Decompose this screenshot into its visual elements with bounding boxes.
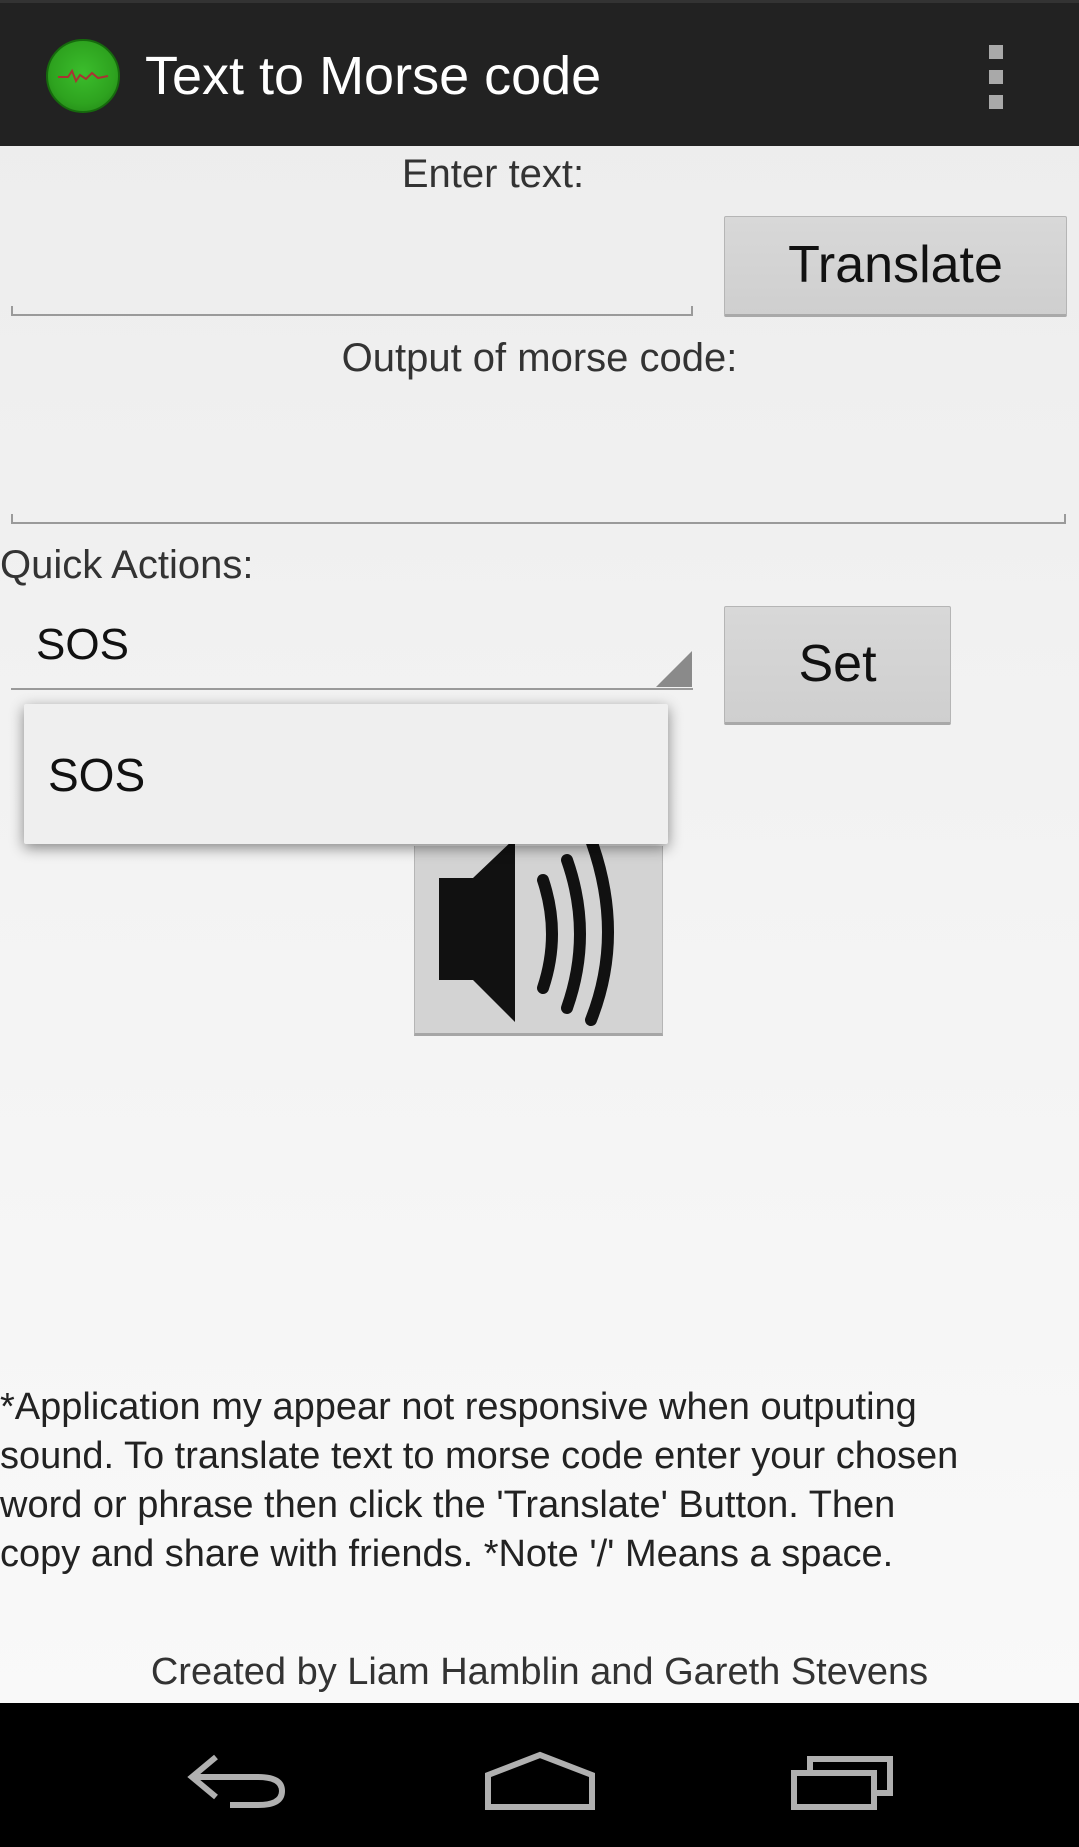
dropdown-option-sos[interactable]: SOS — [48, 748, 145, 802]
spinner-underline — [11, 688, 693, 690]
home-icon[interactable] — [484, 1751, 596, 1811]
morse-output-field[interactable] — [11, 400, 1066, 524]
credits-text: Created by Liam Hamblin and Gareth Steve… — [150, 1651, 929, 1693]
app-title: Text to Morse code — [145, 46, 602, 106]
speaker-icon — [439, 844, 614, 1026]
enter-text-label: Enter text: — [401, 152, 585, 196]
system-nav-bar — [0, 1703, 1079, 1847]
text-input[interactable] — [11, 220, 693, 316]
quick-actions-dropdown: SOS — [24, 704, 668, 844]
action-bar: Text to Morse code — [0, 0, 1079, 146]
app-logo-icon[interactable] — [46, 39, 120, 113]
output-label: Output of morse code: — [341, 336, 738, 380]
set-button[interactable]: Set — [724, 606, 951, 725]
info-text: *Application my appear not responsive wh… — [0, 1386, 959, 1575]
spinner-arrow-icon — [656, 651, 692, 687]
play-sound-button[interactable] — [414, 844, 663, 1036]
translate-button[interactable]: Translate — [724, 216, 1067, 317]
overflow-menu-icon[interactable] — [986, 45, 1006, 109]
back-icon[interactable] — [186, 1753, 290, 1811]
spinner-selected-value: SOS — [36, 620, 129, 669]
recents-icon[interactable] — [790, 1753, 896, 1811]
quick-actions-label: Quick Actions: — [0, 543, 254, 587]
